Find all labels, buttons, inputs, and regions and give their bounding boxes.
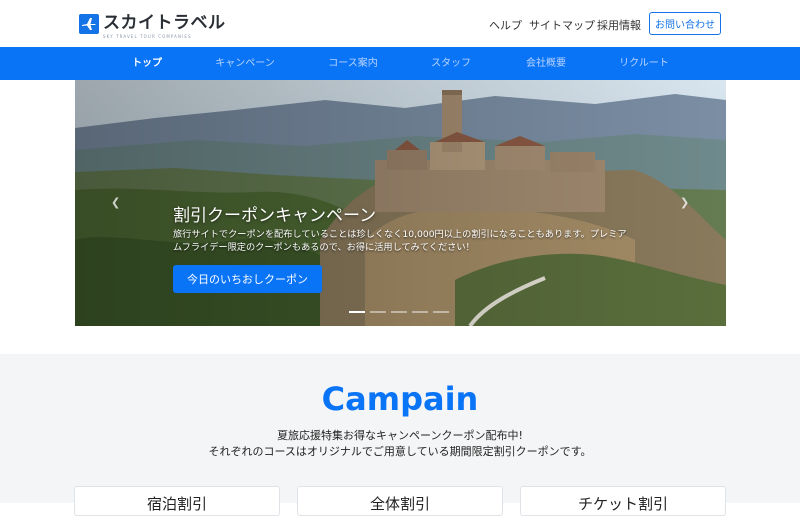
site-header: スカイトラベル SKY TRAVEL TOUR COMPANIES ヘルプ サイ… xyxy=(0,0,800,47)
hero-description: 旅行サイトでクーポンを配布していることは珍しくなく10,000円以上の割引になる… xyxy=(173,229,627,253)
carousel-dot[interactable] xyxy=(349,311,365,313)
carousel-dot[interactable] xyxy=(412,311,428,313)
nav-item-staff[interactable]: スタッフ xyxy=(431,47,471,80)
logo-tagline: SKY TRAVEL TOUR COMPANIES xyxy=(103,34,192,39)
header-link-help[interactable]: ヘルプ xyxy=(489,17,522,33)
campaign-card-ticket[interactable]: チケット割引 xyxy=(520,486,726,516)
campaign-intro-line1: 夏旅応援特集お得なキャンペーンクーポン配布中! xyxy=(277,429,523,442)
carousel-dot[interactable] xyxy=(433,311,449,313)
campaign-section: Campain 夏旅応援特集お得なキャンペーンクーポン配布中! それぞれのコース… xyxy=(0,354,800,516)
nav-item-company[interactable]: 会社概要 xyxy=(526,47,566,80)
todays-coupon-button[interactable]: 今日のいちおしクーポン xyxy=(173,265,322,293)
hero-title: 割引クーポンキャンペーン xyxy=(173,206,377,226)
nav-item-campaign[interactable]: キャンペーン xyxy=(215,47,275,80)
hero-carousel: ❮ ❯ 割引クーポンキャンペーン 旅行サイトでクーポンを配布していることは珍しく… xyxy=(75,80,726,326)
logo-text: スカイトラベル xyxy=(103,13,226,33)
campaign-card-overall[interactable]: 全体割引 xyxy=(297,486,503,516)
header-link-recruit-info[interactable]: 採用情報 xyxy=(597,17,641,33)
campaign-title: Campain xyxy=(321,380,479,418)
nav-item-courses[interactable]: コース案内 xyxy=(328,47,378,80)
carousel-indicators xyxy=(349,311,449,313)
chevron-right-icon[interactable]: ❯ xyxy=(680,196,689,209)
site-logo[interactable]: スカイトラベル SKY TRAVEL TOUR COMPANIES xyxy=(79,14,226,40)
header-link-sitemap[interactable]: サイトマップ xyxy=(529,17,595,33)
carousel-dot[interactable] xyxy=(391,311,407,313)
nav-item-recruit[interactable]: リクルート xyxy=(619,47,669,80)
airplane-icon xyxy=(79,14,99,34)
chevron-left-icon[interactable]: ❮ xyxy=(111,196,120,209)
contact-button[interactable]: お問い合わせ xyxy=(649,12,721,35)
nav-item-top[interactable]: トップ xyxy=(132,47,162,80)
campaign-intro-line2: それぞれのコースはオリジナルでご用意している期間限定割引クーポンです。 xyxy=(208,445,592,458)
global-nav: トップ キャンペーン コース案内 スタッフ 会社概要 リクルート xyxy=(0,47,800,80)
campaign-intro: 夏旅応援特集お得なキャンペーンクーポン配布中! それぞれのコースはオリジナルでご… xyxy=(0,428,800,460)
campaign-card-accommodation[interactable]: 宿泊割引 xyxy=(74,486,280,516)
carousel-dot[interactable] xyxy=(370,311,386,313)
